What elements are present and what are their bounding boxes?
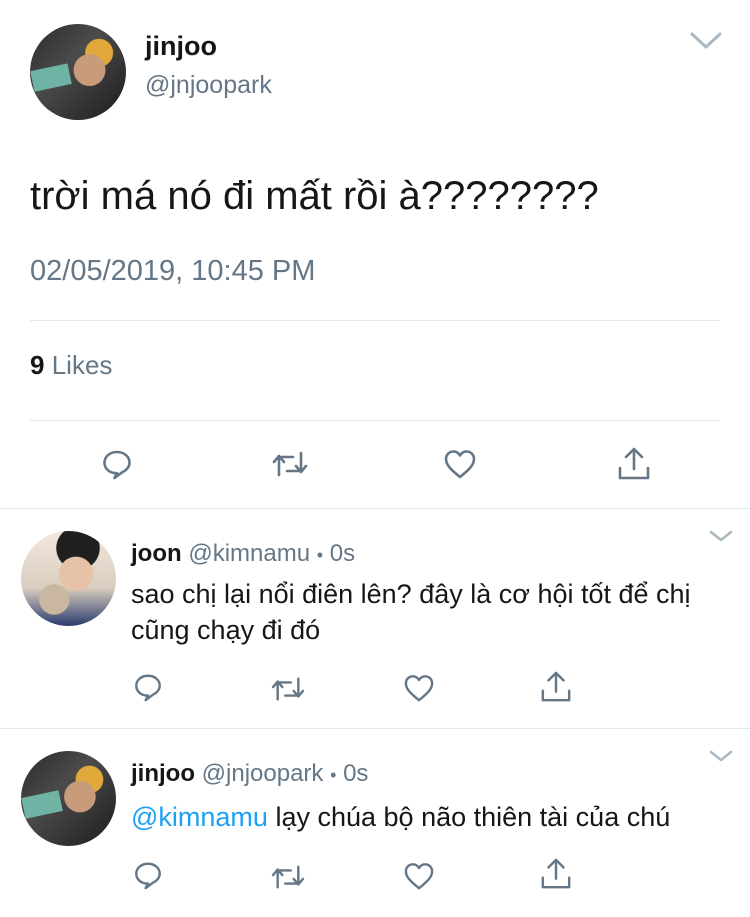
- like-icon[interactable]: [403, 673, 435, 703]
- likes-count: 9: [30, 350, 45, 380]
- divider: [0, 508, 750, 509]
- likes-stat[interactable]: 9 Likes: [30, 350, 112, 381]
- chevron-down-icon[interactable]: [709, 750, 733, 762]
- author-name[interactable]: jinjoo: [145, 31, 217, 62]
- share-icon[interactable]: [540, 857, 572, 891]
- tweet-timestamp[interactable]: 02/05/2019, 10:45 PM: [30, 255, 315, 288]
- reply-text-body: lạy chúa bộ não thiên tài của chú: [275, 802, 671, 832]
- reply-icon[interactable]: [133, 860, 163, 890]
- like-icon[interactable]: [403, 861, 435, 891]
- tweet-text: trời má nó đi mất rồi à????????: [30, 174, 599, 218]
- retweet-icon[interactable]: [270, 674, 306, 704]
- chevron-down-icon[interactable]: [690, 32, 722, 50]
- author-handle[interactable]: @jnjoopark: [145, 71, 272, 100]
- avatar[interactable]: [21, 531, 116, 626]
- chevron-down-icon[interactable]: [709, 530, 733, 542]
- avatar[interactable]: [21, 751, 116, 846]
- reply-author-name[interactable]: jinjoo: [131, 760, 195, 787]
- reply-author-handle[interactable]: @jnjoopark: [202, 760, 324, 787]
- divider: [30, 320, 720, 321]
- reply-text: sao chị lại nổi điên lên? đây là cơ hội …: [131, 579, 691, 645]
- reply-icon[interactable]: [133, 672, 163, 702]
- reply-author-handle[interactable]: @kimnamu: [188, 540, 310, 567]
- retweet-icon[interactable]: [270, 862, 306, 892]
- reply-icon[interactable]: [101, 448, 133, 480]
- divider: [30, 420, 720, 421]
- share-icon[interactable]: [540, 670, 572, 704]
- mention-link[interactable]: @kimnamu: [131, 802, 268, 832]
- reply-author-name[interactable]: joon: [131, 540, 182, 567]
- reply-header: joon @kimnamu • 0s: [131, 540, 355, 568]
- reply-time[interactable]: 0s: [330, 540, 355, 567]
- divider: [0, 728, 750, 729]
- likes-label: Likes: [51, 350, 113, 380]
- like-icon[interactable]: [443, 448, 477, 480]
- share-icon[interactable]: [617, 446, 651, 482]
- separator-dot: •: [330, 765, 337, 785]
- reply-text: @kimnamu lạy chúa bộ não thiên tài của c…: [131, 799, 731, 835]
- separator-dot: •: [316, 545, 324, 565]
- avatar[interactable]: [30, 24, 126, 120]
- reply-header: jinjoo @jnjoopark • 0s: [131, 760, 368, 788]
- reply-time[interactable]: 0s: [343, 760, 368, 787]
- retweet-icon[interactable]: [271, 448, 309, 480]
